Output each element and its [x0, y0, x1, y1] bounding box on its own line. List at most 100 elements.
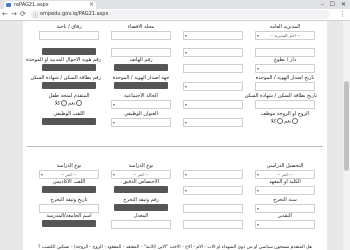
field-label: [181, 75, 245, 82]
field-label: المعدل: [133, 213, 149, 219]
field-label: زقاق / ناحية: [56, 24, 82, 30]
chevron-down-icon: ▾: [113, 172, 116, 177]
text-input[interactable]: [255, 100, 315, 109]
text-input-filled[interactable]: [42, 82, 96, 89]
field-label: [181, 57, 245, 64]
dropdown-select[interactable]: ▾: [183, 82, 243, 91]
radio-button[interactable]: [76, 100, 83, 106]
text-input[interactable]: [255, 48, 315, 57]
text-input-filled[interactable]: [42, 220, 96, 227]
field-label: الحالة الاجتماعية: [124, 93, 158, 99]
close-window-icon[interactable]: ✕: [341, 0, 346, 9]
form-field: جهة اصدار الهوية / الموحدة: [109, 75, 173, 89]
field-label: اسم الجامعة/المدرسة: [46, 213, 92, 219]
dropdown-select[interactable]: ▾: [255, 186, 315, 195]
form-field: ▾: [181, 163, 245, 179]
dropdown-select[interactable]: ▾: [183, 186, 243, 195]
text-input[interactable]: [39, 31, 99, 40]
text-input[interactable]: [111, 31, 171, 40]
url-input[interactable]: ⓘ ompedu.gov.iq/PAG21.aspx: [30, 10, 330, 19]
site-info-icon[interactable]: ⓘ: [33, 12, 38, 21]
dropdown-select[interactable]: -- اختر -- ▾: [111, 170, 171, 179]
form-field: ▾: [181, 93, 245, 109]
text-input[interactable]: [183, 204, 243, 213]
tab-close-icon[interactable]: ×: [89, 1, 94, 9]
form-field: [37, 41, 101, 55]
text-input-filled[interactable]: [42, 186, 96, 193]
chevron-down-icon: ▾: [185, 102, 188, 107]
dropdown-select[interactable]: ▾: [255, 204, 315, 213]
dropdown-select[interactable]: ▾: [183, 100, 243, 109]
radio-group: نعم كلا: [37, 100, 101, 108]
back-icon[interactable]: ←: [2, 10, 8, 19]
text-input[interactable]: [183, 64, 243, 73]
text-input-filled[interactable]: [42, 118, 96, 125]
form-field: المتقدم لمنحة طفل نعم كلا: [37, 93, 101, 108]
text-input[interactable]: [111, 48, 171, 57]
radio-button[interactable]: [292, 118, 299, 124]
field-label: التقدير: [278, 213, 292, 219]
field-label: رقم وثيقة التخرج: [123, 197, 159, 203]
field-label: [181, 213, 245, 220]
form-field: اللقب الاكاديمي: [37, 179, 101, 193]
dropdown-select[interactable]: -- اختر -- ▾: [255, 170, 315, 179]
address-bar-row: ← → ⟳ ⓘ ompedu.gov.iq/PAG21.aspx ⋮: [0, 9, 350, 21]
form-field: التحصيل الدراسي -- اختر -- ▾: [253, 163, 317, 179]
dropdown-select[interactable]: ▾: [183, 31, 243, 40]
radio-button[interactable]: [277, 118, 284, 124]
form-field: زقاق / ناحية: [37, 24, 101, 40]
radio-button[interactable]: [61, 100, 68, 106]
text-input-filled[interactable]: [114, 64, 168, 71]
field-label: نوع الدراسة: [128, 163, 154, 169]
field-label: دار / تطوع: [274, 57, 296, 63]
minimize-icon[interactable]: –: [321, 0, 324, 9]
browser-menu-icon[interactable]: ⋮: [339, 10, 346, 18]
form-field: رقم الهاتف: [109, 57, 173, 71]
scrollbar[interactable]: [343, 21, 350, 250]
form-field: [253, 41, 317, 57]
reload-icon[interactable]: ⟳: [20, 10, 26, 19]
text-input[interactable]: [255, 82, 315, 91]
text-input-filled[interactable]: [114, 186, 168, 193]
radio-label: كلا: [270, 118, 277, 125]
dropdown-select[interactable]: ▾: [111, 118, 171, 127]
form-field: العنوان الوظيفي ▾: [109, 111, 173, 127]
forward-icon[interactable]: →: [11, 10, 17, 19]
text-input-filled[interactable]: [114, 82, 168, 89]
form-field: الزوج او الزوجة موظف نعم كلا: [253, 111, 317, 126]
restore-icon[interactable]: ☐: [330, 0, 335, 9]
scrollbar-thumb[interactable]: [344, 81, 349, 171]
chevron-down-icon: ▾: [113, 120, 116, 125]
dropdown-select[interactable]: ▾: [111, 100, 171, 109]
dropdown-select[interactable]: ▾: [255, 220, 315, 229]
form-field: محلة الاقضاء: [109, 24, 173, 40]
field-label: [37, 41, 101, 48]
text-input-filled[interactable]: [42, 64, 96, 71]
tab-title: rePAG21.aspx: [14, 2, 49, 8]
field-label: جهة اصدار الهوية / الموحدة: [112, 75, 170, 81]
form-field: سنة التخرج ▾: [253, 197, 317, 213]
dropdown-select[interactable]: ▾: [183, 170, 243, 179]
form-field: [181, 57, 245, 73]
form-field: [181, 213, 245, 229]
form-field: دار / تطوع ▾: [253, 57, 317, 73]
dropdown-select[interactable]: -- اختر المديرية -- ▾: [255, 31, 315, 40]
text-input[interactable]: [39, 204, 99, 213]
dropdown-select[interactable]: ▾: [183, 48, 243, 57]
text-input-filled[interactable]: [114, 204, 168, 211]
dropdown-value: -- اختر --: [61, 172, 77, 177]
form-field: المديرية العامة -- اختر المديرية -- ▾: [253, 24, 317, 40]
browser-tab[interactable]: rePAG21.aspx ×: [4, 1, 96, 9]
text-input-filled[interactable]: [42, 48, 96, 55]
dropdown-select[interactable]: ▾: [255, 64, 315, 73]
chevron-down-icon: ▾: [41, 172, 44, 177]
dropdown-value: -- اختر --: [277, 172, 293, 177]
dropdown-select[interactable]: ▾: [183, 118, 243, 127]
section-divider: [27, 146, 323, 147]
text-input[interactable]: [183, 220, 243, 229]
dropdown-select[interactable]: -- اختر -- ▾: [39, 170, 99, 179]
form-field: ▾: [181, 179, 245, 195]
footer-question: هل المتقدم مسجون سياسي او من ذوي الشهداء…: [38, 245, 312, 250]
text-input[interactable]: [111, 220, 171, 229]
field-label: رقم الهاتف: [129, 57, 153, 63]
